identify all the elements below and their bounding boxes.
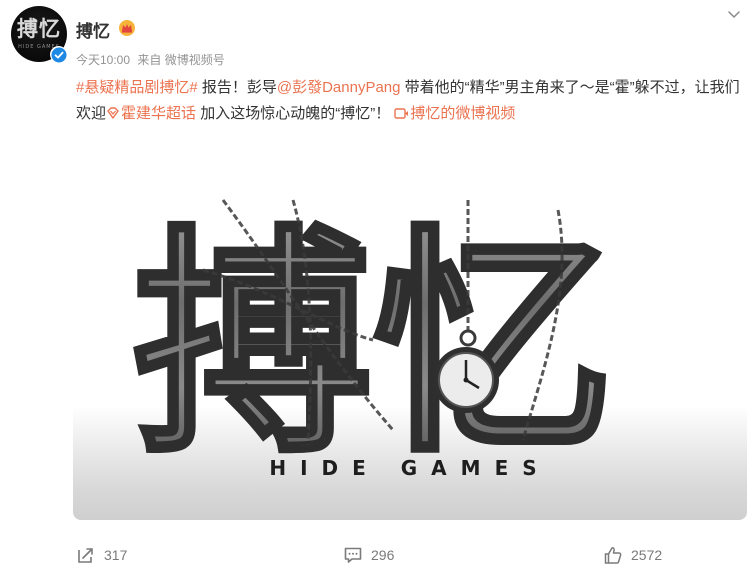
video-link[interactable]: 搏忆的微博视频 xyxy=(394,105,515,122)
avatar-logo-text: 搏忆 xyxy=(17,16,61,41)
post-text: #悬疑精品剧搏忆# 报告！彭导@彭發DannyPang 带着他的“精华”男主角来… xyxy=(76,75,746,127)
cover-title: 搏忆 xyxy=(133,205,613,485)
verified-badge-icon xyxy=(50,46,67,63)
supertopic-icon xyxy=(107,107,119,119)
crown-badge-icon[interactable] xyxy=(117,18,137,38)
supertopic-label: 霍建华超话 xyxy=(121,105,197,122)
post-text-part-3: 加入这场惊心动魄的“搏忆”！ xyxy=(196,105,395,122)
mention-link[interactable]: @彭發DannyPang xyxy=(277,79,401,96)
comment-count: 296 xyxy=(371,547,395,563)
account-name[interactable]: 搏忆 xyxy=(76,17,110,42)
action-bar: 317 296 2572 xyxy=(0,540,752,570)
comment-icon xyxy=(344,547,362,563)
comment-button[interactable]: 296 xyxy=(343,540,394,570)
like-count: 2572 xyxy=(631,547,663,563)
thumbs-up-icon xyxy=(604,547,622,564)
video-icon xyxy=(394,108,409,119)
video-link-label: 搏忆的微博视频 xyxy=(410,105,516,122)
post-meta: 今天10:00 来自 微博视频号 xyxy=(76,51,229,68)
repost-count: 317 xyxy=(104,547,128,563)
hashtag-link[interactable]: #悬疑精品剧搏忆# xyxy=(76,79,198,96)
repost-icon xyxy=(78,548,93,563)
video-cover-art: 搏忆 HIDE GAMES xyxy=(131,199,615,487)
post-source[interactable]: 来自 微博视频号 xyxy=(137,53,224,67)
chevron-down-icon[interactable] xyxy=(728,11,740,19)
cover-subtitle: HIDE GAMES xyxy=(269,456,550,480)
post-time[interactable]: 今天10:00 xyxy=(76,53,130,67)
supertopic-link[interactable]: 霍建华超话 xyxy=(106,105,196,122)
post-text-part-1: 报告！彭导 xyxy=(197,79,277,96)
repost-button[interactable]: 317 xyxy=(76,540,127,570)
like-button[interactable]: 2572 xyxy=(603,540,662,570)
video-cover[interactable]: 搏忆 HIDE GAMES xyxy=(73,140,747,520)
